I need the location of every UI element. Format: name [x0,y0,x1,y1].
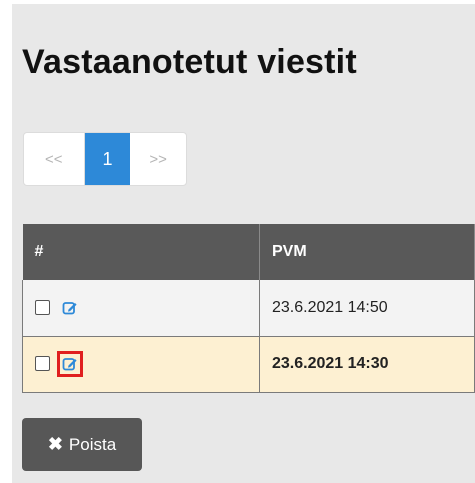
row-select-checkbox[interactable] [35,300,50,316]
row-date: 23.6.2021 14:30 [259,336,475,393]
delete-button-label: Poista [68,434,117,454]
pagination: << 1 >> [23,132,187,186]
edit-icon[interactable] [62,300,78,316]
pagination-page-1[interactable]: 1 [84,133,131,185]
table-header-row: # PVM [22,224,475,280]
page-title: Vastaanotetut viestit [22,43,357,81]
column-header-select: # [22,224,260,280]
column-header-date: PVM [259,224,475,280]
edit-icon[interactable] [57,350,84,377]
row-date: 23.6.2021 14:50 [259,280,475,337]
table-row: 23.6.2021 14:30 [22,336,475,393]
pagination-prev[interactable]: << [24,133,85,185]
pagination-next[interactable]: >> [130,133,186,185]
delete-button[interactable]: ✖ Poista [22,418,142,471]
messages-table: # PVM 23.6.2021 14:50 23.6.2021 14:30 [22,224,475,393]
close-icon: ✖ [47,434,63,454]
table-row: 23.6.2021 14:50 [22,280,475,337]
row-select-checkbox[interactable] [35,356,50,372]
row-actions-cell [22,336,260,393]
row-actions-cell [22,280,260,337]
